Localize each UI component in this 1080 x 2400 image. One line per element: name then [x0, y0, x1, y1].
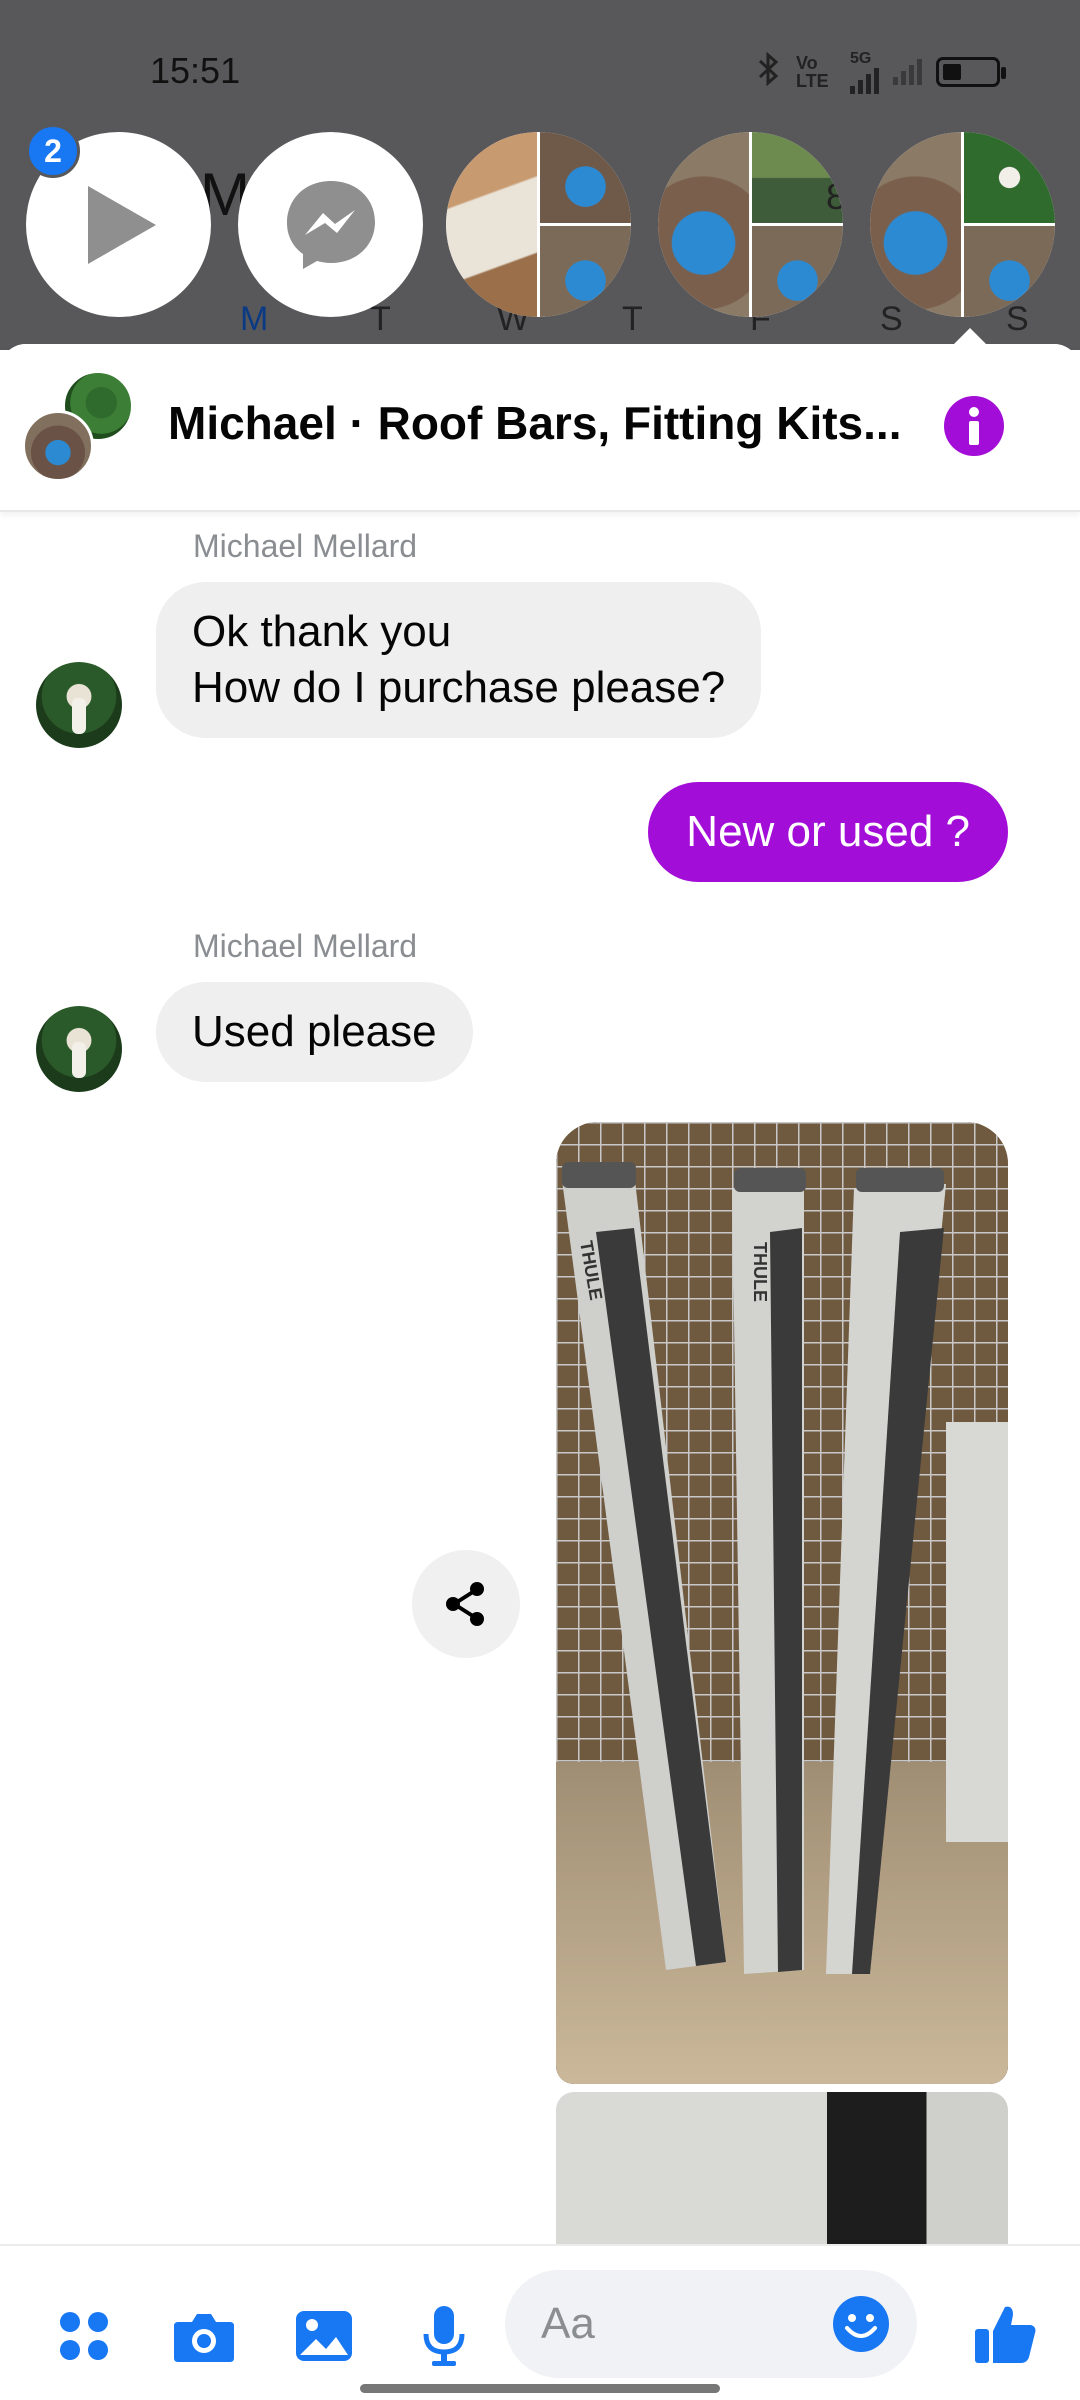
sender-name: Michael Mellard	[193, 528, 418, 564]
bluetooth-icon	[756, 51, 782, 92]
chat-panel: Michael · Roof Bars, Fitting Kits... Mic…	[0, 344, 1080, 2400]
message-line: Ok thank you	[192, 607, 452, 656]
contact-chat-head-1[interactable]	[446, 132, 631, 317]
play-icon	[87, 185, 156, 264]
status-icons: Vo LTE 5G	[756, 50, 1006, 94]
unread-badge: 2	[26, 124, 80, 178]
messenger-icon	[286, 180, 375, 269]
apps-button[interactable]	[50, 2302, 118, 2370]
contact-chat-head-3[interactable]	[870, 132, 1055, 317]
share-button[interactable]	[412, 1550, 520, 1658]
sender-avatar[interactable]	[36, 662, 122, 748]
emoji-icon[interactable]	[831, 2294, 891, 2354]
message-composer	[0, 2244, 1080, 2400]
messenger-chat-head[interactable]	[238, 132, 423, 317]
camera-button[interactable]	[170, 2302, 238, 2370]
camera-icon	[174, 2314, 234, 2362]
chat-header: Michael · Roof Bars, Fitting Kits...	[0, 344, 1080, 512]
incoming-message[interactable]: Used please	[156, 982, 473, 1082]
gallery-icon	[296, 2311, 352, 2361]
battery-icon	[936, 57, 1006, 87]
volte-label: Vo LTE	[796, 53, 829, 91]
sender-name: Michael Mellard	[193, 928, 418, 964]
microphone-icon	[423, 2306, 465, 2366]
weekday-label: M	[240, 300, 269, 338]
like-button[interactable]	[968, 2296, 1044, 2372]
overlay-count: 8	[826, 176, 843, 217]
roof-bar-closeup-photo[interactable]	[556, 2092, 1008, 2252]
message-input[interactable]	[541, 2270, 821, 2378]
chat-title[interactable]: Michael · Roof Bars, Fitting Kits...	[168, 396, 901, 450]
info-icon	[969, 407, 979, 445]
network-type-label: 5G	[850, 50, 872, 67]
info-button[interactable]	[944, 396, 1004, 456]
message-line: How do I purchase please?	[192, 663, 726, 712]
photo-brand-text: THULE	[750, 1242, 770, 1302]
microphone-button[interactable]	[410, 2302, 478, 2370]
contact-chat-head-2[interactable]: 8	[658, 132, 843, 317]
incoming-message[interactable]: Ok thank you How do I purchase please?	[156, 582, 762, 738]
sender-avatar[interactable]	[36, 1006, 122, 1092]
signal-icon: 5G	[850, 50, 879, 94]
share-icon	[446, 1582, 484, 1626]
home-indicator[interactable]	[360, 2384, 720, 2393]
signal-secondary-icon	[893, 59, 922, 85]
group-avatar[interactable]	[22, 370, 134, 482]
avatar	[22, 410, 94, 482]
outgoing-message[interactable]: New or used ?	[648, 782, 1008, 882]
gallery-button[interactable]	[290, 2302, 358, 2370]
message-input-wrapper	[505, 2270, 917, 2378]
roof-bars-photo[interactable]: THULE THULE	[556, 1122, 1008, 2084]
status-time: 15:51	[150, 50, 241, 91]
thumbs-up-icon	[975, 2306, 1036, 2363]
apps-icon	[60, 2312, 108, 2360]
